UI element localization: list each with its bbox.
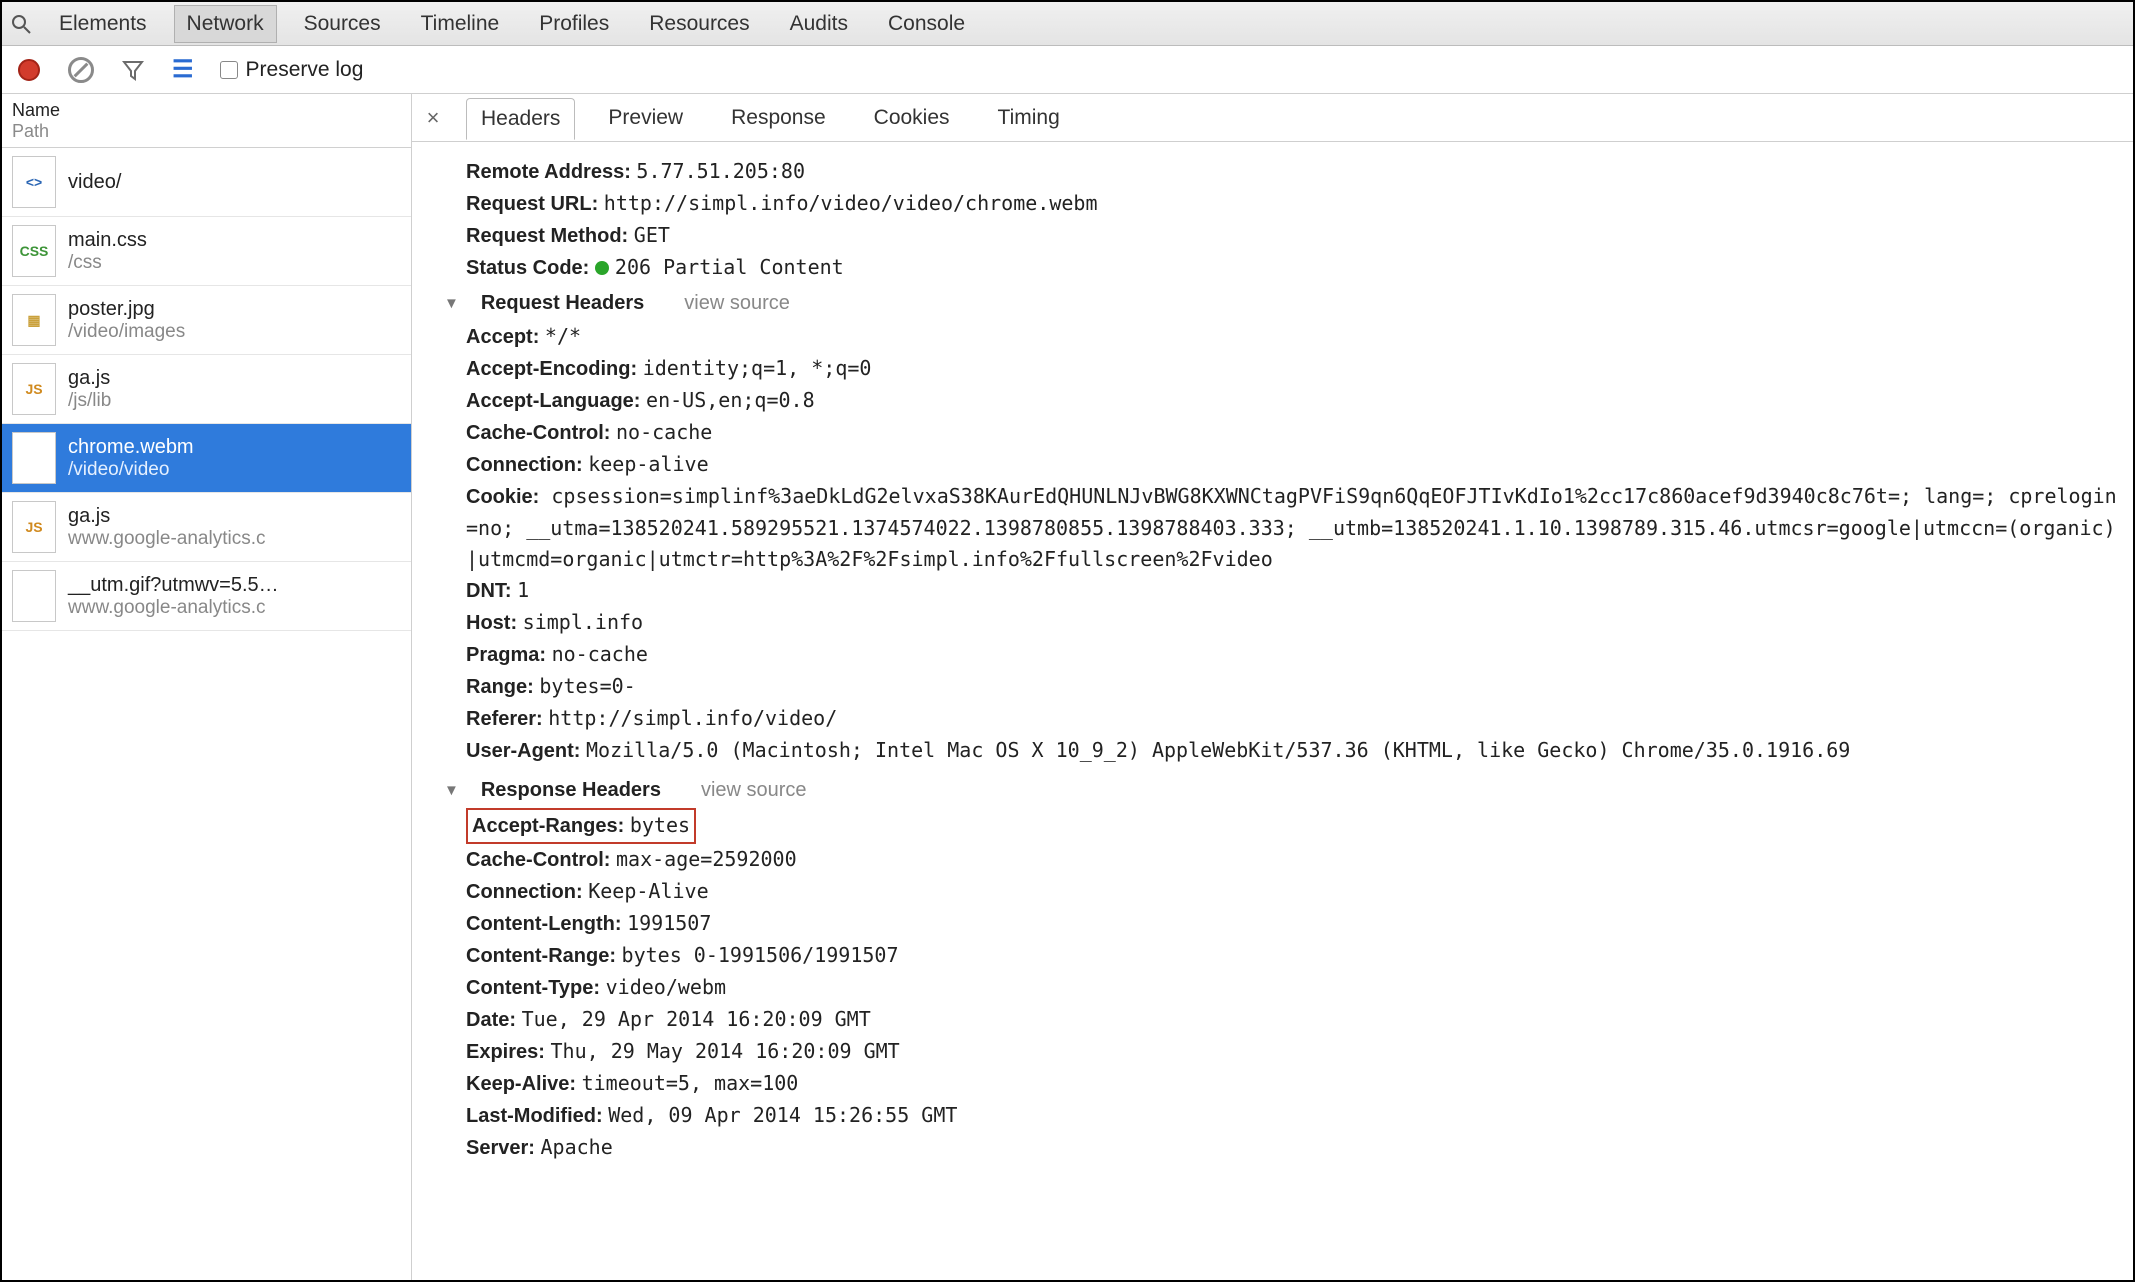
- tab-resources[interactable]: Resources: [636, 5, 762, 43]
- headers-panel: Remote Address: 5.77.51.205:80 Request U…: [412, 142, 2133, 1280]
- header-row: Connection: Keep-Alive: [438, 876, 2121, 908]
- header-row: Content-Range: bytes 0-1991506/1991507: [438, 940, 2121, 972]
- detail-tab-cookies[interactable]: Cookies: [859, 97, 965, 139]
- request-headers-section[interactable]: ▼ Request Headers view source: [438, 284, 2121, 321]
- header-row: Server: Apache: [438, 1132, 2121, 1164]
- tab-sources[interactable]: Sources: [291, 5, 394, 43]
- request-row[interactable]: JS ga.jswww.google-analytics.c: [2, 493, 411, 562]
- request-row[interactable]: chrome.webm/video/video: [2, 424, 411, 493]
- request-path: /video/images: [68, 321, 185, 343]
- file-js-icon: JS: [12, 501, 56, 553]
- request-path: /css: [68, 252, 147, 274]
- detail-tab-timing[interactable]: Timing: [983, 97, 1075, 139]
- header-row: Keep-Alive: timeout=5, max=100: [438, 1068, 2121, 1100]
- general-remote-address: Remote Address: 5.77.51.205:80: [438, 156, 2121, 188]
- request-path: /video/video: [68, 459, 194, 481]
- request-detail-pane: × Headers Preview Response Cookies Timing Re…: [412, 94, 2133, 1280]
- tab-console[interactable]: Console: [875, 5, 978, 43]
- request-name: ga.js: [68, 505, 265, 528]
- header-row: Accept-Language: en-US,en;q=0.8: [438, 385, 2121, 417]
- preserve-log-checkbox[interactable]: [220, 61, 238, 79]
- chevron-down-icon: ▼: [444, 779, 459, 802]
- col-name: Name: [12, 100, 401, 121]
- record-button[interactable]: [18, 59, 40, 81]
- header-row: Content-Length: 1991507: [438, 908, 2121, 940]
- clear-button[interactable]: [68, 57, 94, 83]
- header-row: Cache-Control: max-age=2592000: [438, 844, 2121, 876]
- request-path: www.google-analytics.c: [68, 528, 265, 550]
- general-request-url: Request URL: http://simpl.info/video/vid…: [438, 188, 2121, 220]
- header-row: Cache-Control: no-cache: [438, 417, 2121, 449]
- status-dot-icon: [595, 261, 609, 275]
- view-source-link[interactable]: view source: [701, 775, 807, 806]
- request-name: chrome.webm: [68, 436, 194, 459]
- request-row[interactable]: ▦ poster.jpg/video/images: [2, 286, 411, 355]
- requests-list: <> video/CSS main.css/css ▦ poster.jpg/video…: [2, 148, 411, 1280]
- file-js-icon: JS: [12, 363, 56, 415]
- detail-tabs: × Headers Preview Response Cookies Timing: [412, 94, 2133, 142]
- request-path: /js/lib: [68, 390, 111, 412]
- tab-profiles[interactable]: Profiles: [526, 5, 622, 43]
- request-name: video/: [68, 171, 121, 194]
- header-row: Host: simpl.info: [438, 607, 2121, 639]
- view-source-link[interactable]: view source: [684, 288, 790, 319]
- request-name: ga.js: [68, 367, 111, 390]
- header-row: Connection: keep-alive: [438, 449, 2121, 481]
- preserve-log-toggle[interactable]: Preserve log: [220, 58, 364, 82]
- tab-elements[interactable]: Elements: [46, 5, 160, 43]
- file-html-icon: <>: [12, 156, 56, 208]
- detail-tab-preview[interactable]: Preview: [593, 97, 698, 139]
- response-headers-section[interactable]: ▼ Response Headers view source: [438, 771, 2121, 808]
- header-row: Accept-Ranges: bytes: [438, 808, 2121, 844]
- request-name: poster.jpg: [68, 298, 185, 321]
- general-request-method: Request Method: GET: [438, 220, 2121, 252]
- header-row: Accept: */*: [438, 321, 2121, 353]
- col-path: Path: [12, 121, 401, 142]
- detail-tab-headers[interactable]: Headers: [466, 98, 575, 140]
- request-row[interactable]: __utm.gif?utmwv=5.5…www.google-analytics…: [2, 562, 411, 631]
- header-row: Date: Tue, 29 Apr 2014 16:20:09 GMT: [438, 1004, 2121, 1036]
- header-row: Accept-Encoding: identity;q=1, *;q=0: [438, 353, 2121, 385]
- header-row: Content-Type: video/webm: [438, 972, 2121, 1004]
- header-row: Expires: Thu, 29 May 2014 16:20:09 GMT: [438, 1036, 2121, 1068]
- list-view-icon[interactable]: ☰: [172, 55, 192, 84]
- detail-tab-response[interactable]: Response: [716, 97, 841, 139]
- request-row[interactable]: <> video/: [2, 148, 411, 217]
- preserve-log-label: Preserve log: [246, 58, 364, 82]
- request-path: www.google-analytics.c: [68, 597, 279, 619]
- general-status-code: Status Code: 206 Partial Content: [438, 252, 2121, 284]
- chevron-down-icon: ▼: [444, 292, 459, 315]
- requests-list-header: Name Path: [2, 94, 411, 148]
- filter-icon[interactable]: [122, 59, 144, 81]
- file-css-icon: CSS: [12, 225, 56, 277]
- devtools-panel-tabs: Elements Network Sources Timeline Profiles Re…: [2, 2, 2133, 46]
- request-name: __utm.gif?utmwv=5.5…: [68, 574, 279, 597]
- header-row: DNT: 1: [438, 575, 2121, 607]
- requests-list-pane: Name Path <> video/CSS main.css/css ▦ poster…: [2, 94, 412, 1280]
- close-icon[interactable]: ×: [418, 105, 448, 131]
- header-row: Range: bytes=0-: [438, 671, 2121, 703]
- tab-timeline[interactable]: Timeline: [408, 5, 513, 43]
- request-row[interactable]: CSS main.css/css: [2, 217, 411, 286]
- tab-network[interactable]: Network: [174, 5, 277, 43]
- header-row: Referer: http://simpl.info/video/: [438, 703, 2121, 735]
- file-blank-icon: [12, 432, 56, 484]
- header-row: User-Agent: Mozilla/5.0 (Macintosh; Inte…: [438, 735, 2121, 767]
- header-row: Pragma: no-cache: [438, 639, 2121, 671]
- req-cookie: Cookie: cpsession=simplinf%3aeDkLdG2elvx…: [438, 481, 2121, 575]
- search-icon[interactable]: [10, 13, 32, 35]
- request-row[interactable]: JS ga.js/js/lib: [2, 355, 411, 424]
- network-toolbar: ☰ Preserve log: [2, 46, 2133, 94]
- file-img-icon: ▦: [12, 294, 56, 346]
- request-name: main.css: [68, 229, 147, 252]
- tab-audits[interactable]: Audits: [777, 5, 861, 43]
- header-row: Last-Modified: Wed, 09 Apr 2014 15:26:55…: [438, 1100, 2121, 1132]
- file-blank-icon: [12, 570, 56, 622]
